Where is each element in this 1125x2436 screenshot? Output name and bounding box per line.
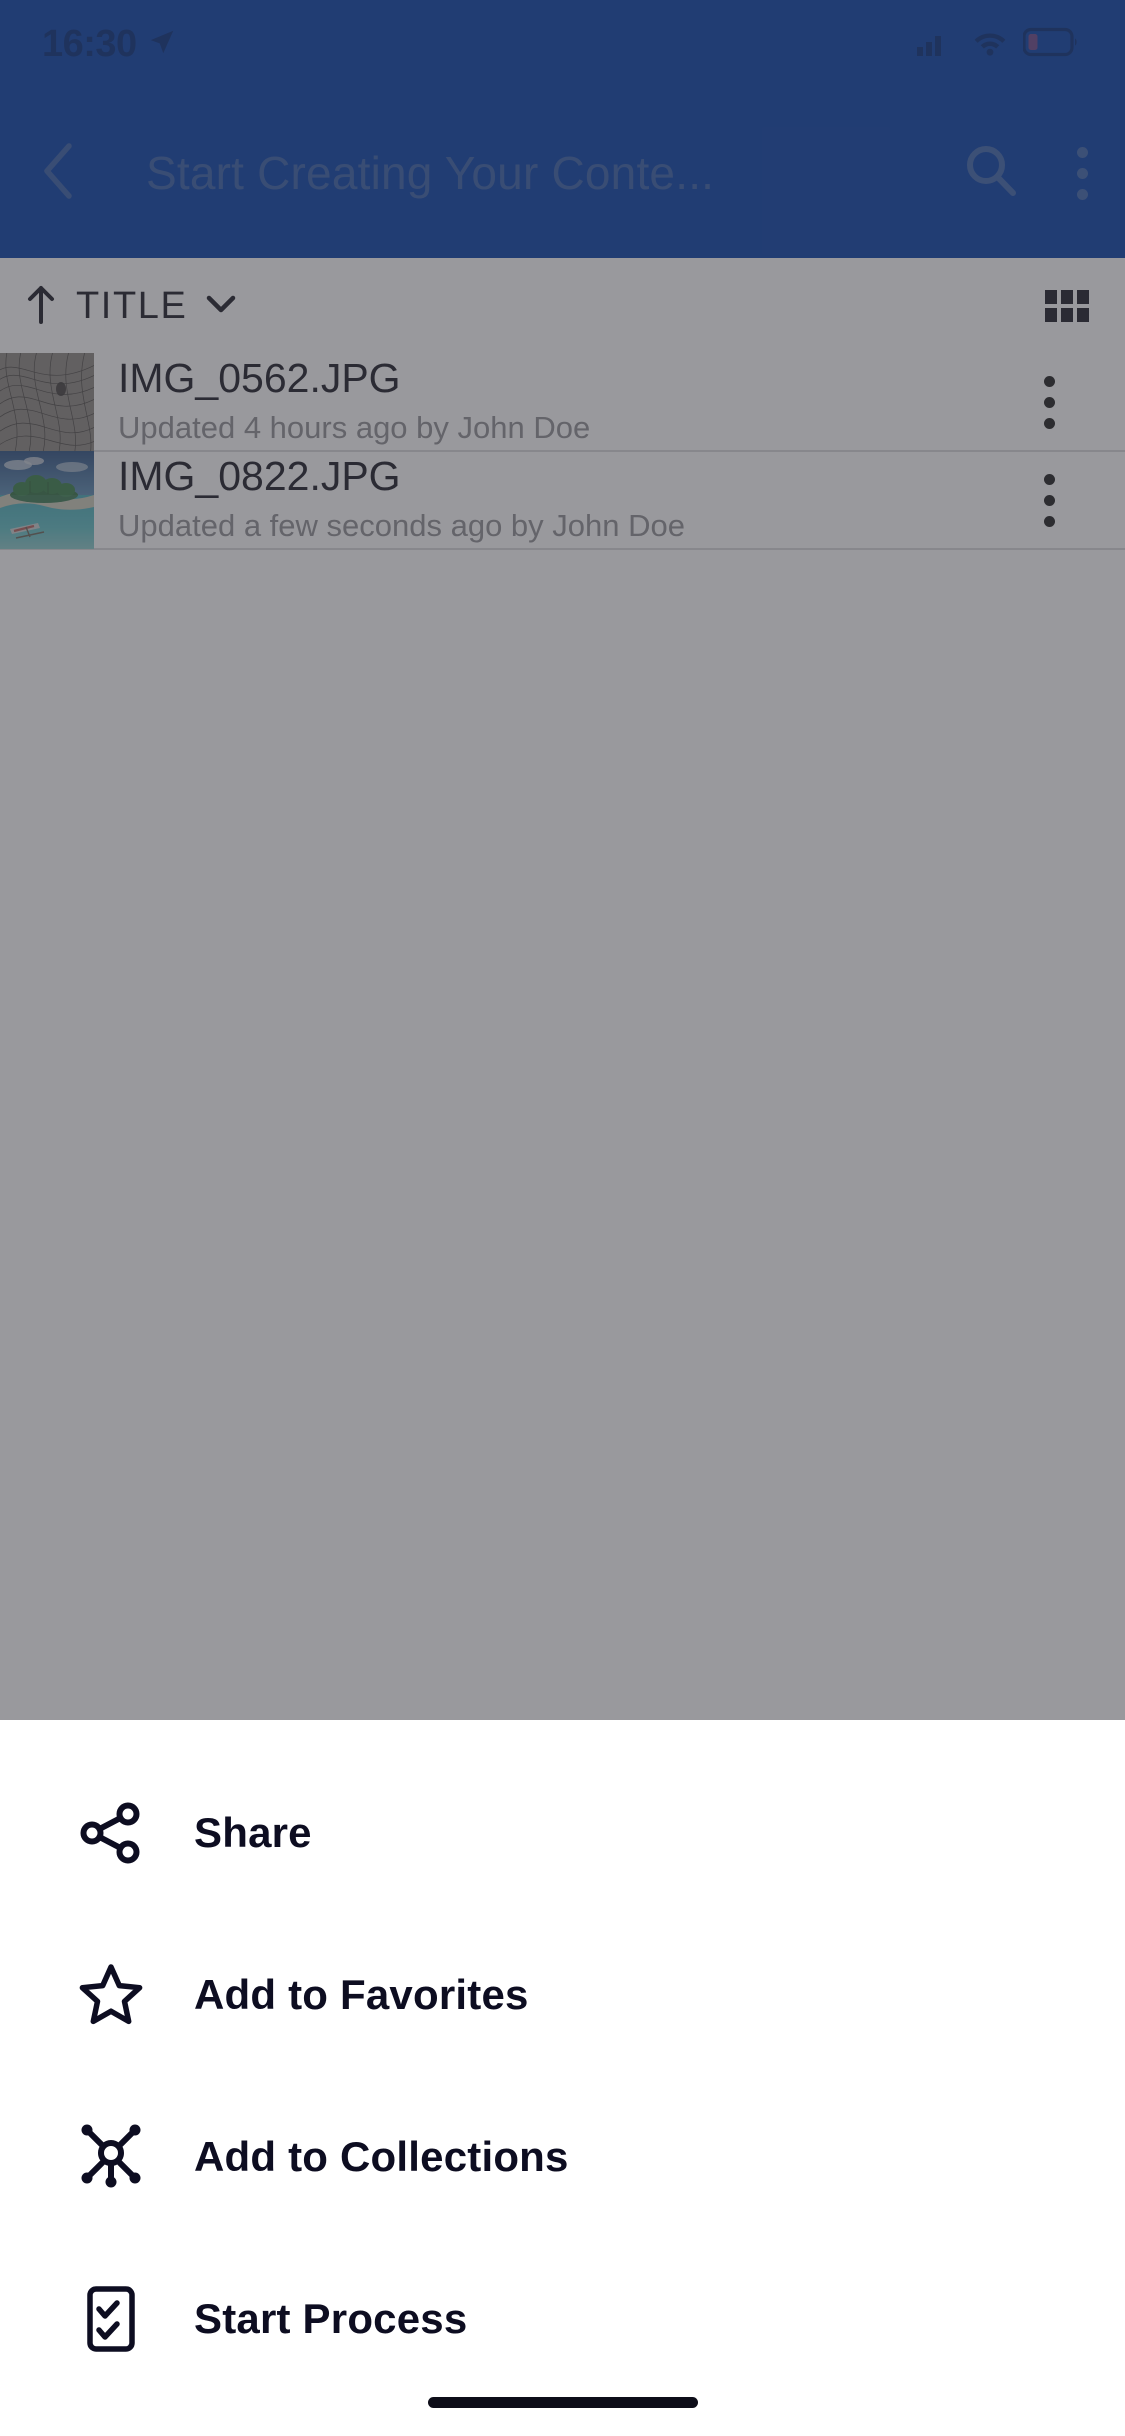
modal-scrim[interactable]: [0, 0, 1125, 1720]
action-label: Start Process: [194, 2295, 468, 2342]
action-share[interactable]: Share: [0, 1752, 1125, 1914]
checklist-clipboard-icon: [74, 2282, 148, 2356]
action-sheet: Share Add to Favorites Add to Collection…: [0, 1720, 1125, 2436]
action-label: Add to Collections: [194, 2133, 569, 2180]
action-label: Add to Favorites: [194, 1971, 529, 2018]
share-nodes-icon: [74, 1796, 148, 1870]
collections-hub-icon: [74, 2120, 148, 2194]
action-label: Share: [194, 1809, 312, 1856]
action-start-process[interactable]: Start Process: [0, 2238, 1125, 2400]
action-add-to-collections[interactable]: Add to Collections: [0, 2076, 1125, 2238]
scrim-navy-tint: [0, 0, 1125, 258]
star-outline-icon: [74, 1958, 148, 2032]
action-add-to-favorites[interactable]: Add to Favorites: [0, 1914, 1125, 2076]
home-indicator-bar[interactable]: [427, 2397, 698, 2408]
